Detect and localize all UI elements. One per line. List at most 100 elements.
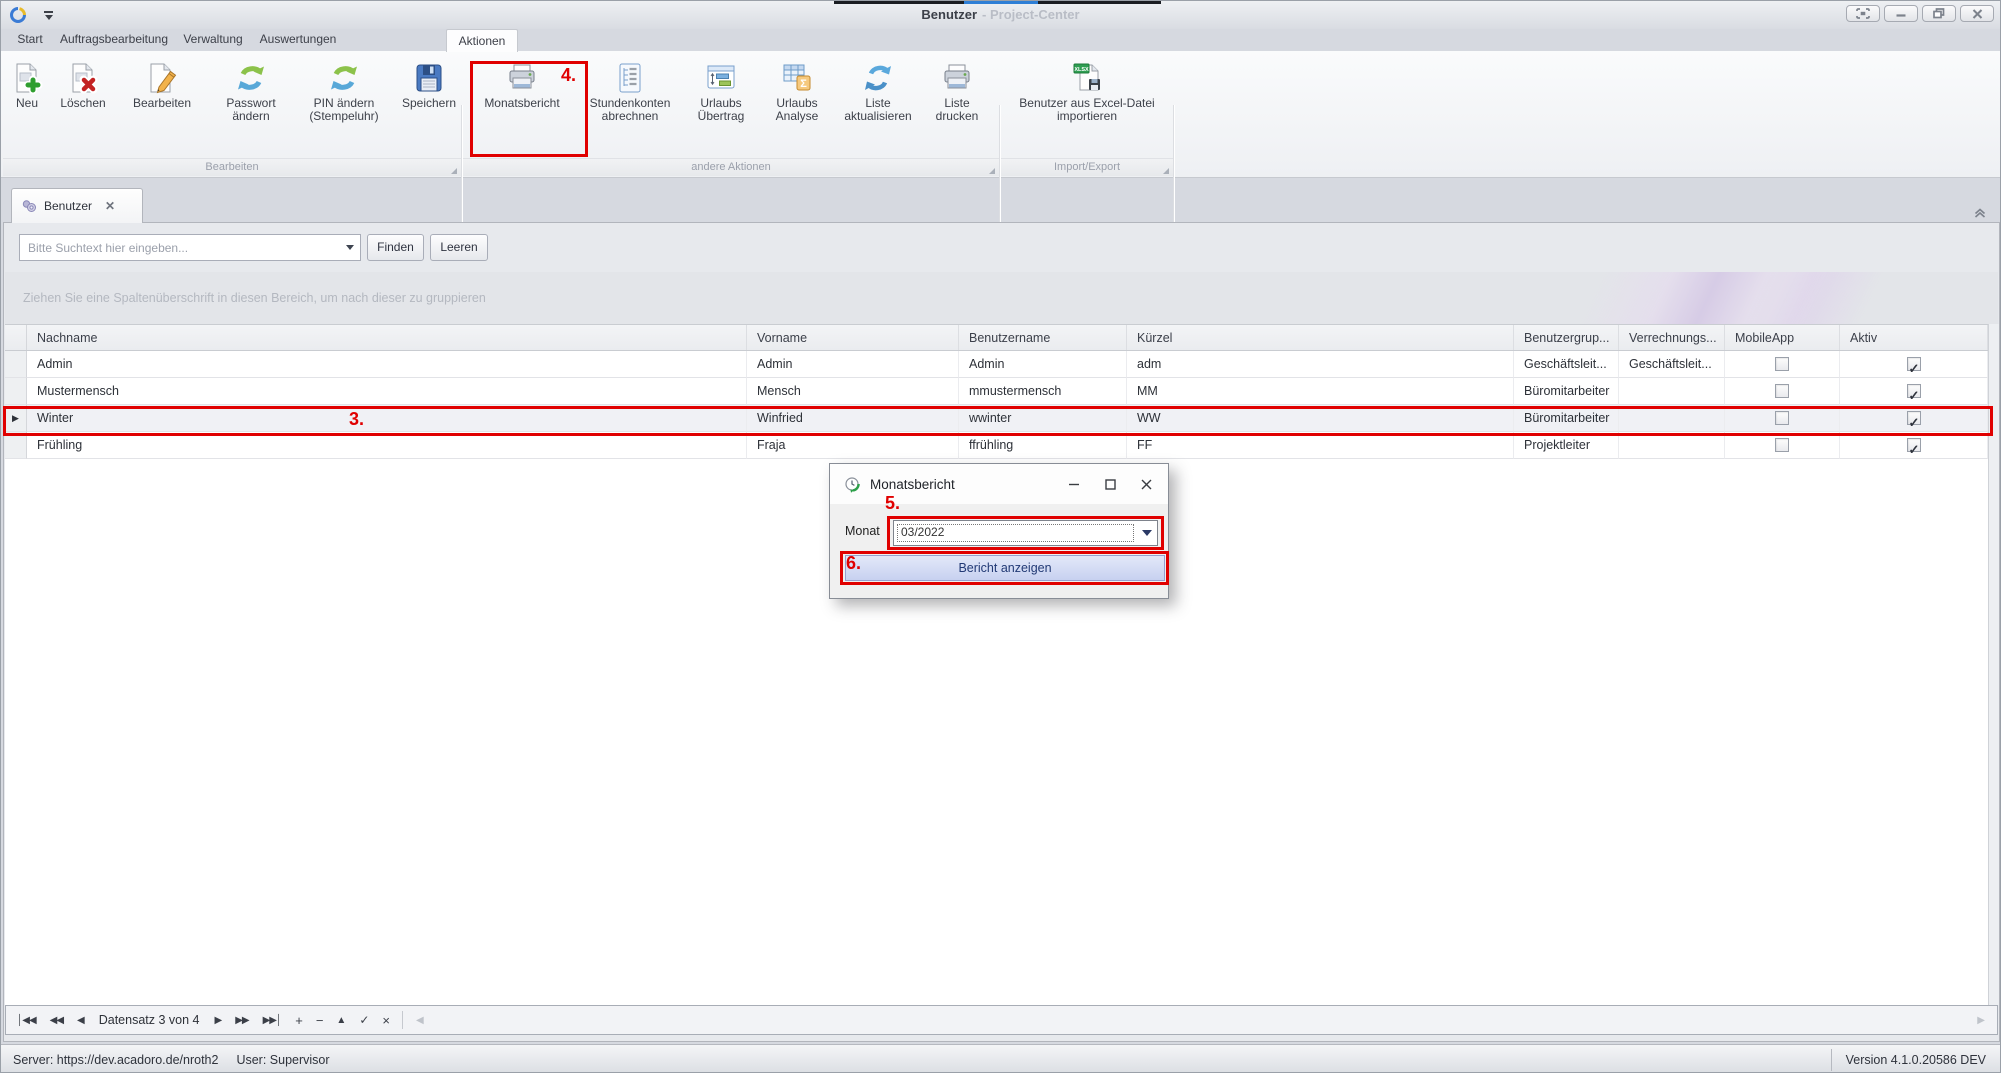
show-report-button[interactable]: Bericht anzeigen [845, 555, 1165, 581]
grid-cell [1619, 378, 1725, 405]
column-header[interactable]: MobileApp [1725, 325, 1840, 350]
refresh-list-icon [861, 61, 895, 95]
nav-append-button[interactable]: + [288, 1013, 309, 1028]
close-icon [1972, 9, 1983, 19]
passwort-aendern-label: Passwort ändern [211, 97, 291, 123]
search-input[interactable] [20, 241, 340, 255]
column-header[interactable]: Benutzergrup... [1514, 325, 1619, 350]
dialog-minimize-button[interactable] [1056, 469, 1092, 499]
liste-drucken-button[interactable]: Liste drucken [926, 57, 988, 123]
month-dropdown-icon[interactable] [1137, 521, 1157, 545]
svg-text:XLSX: XLSX [1074, 67, 1089, 73]
table-row[interactable]: AdminAdminAdminadmGeschäftsleit...Geschä… [5, 351, 1988, 378]
neu-button[interactable]: Neu [5, 57, 49, 110]
nav-next-page-button[interactable]: ▶▶ [228, 1015, 255, 1026]
collapse-ribbon-icon[interactable] [1972, 206, 1988, 220]
document-tab-benutzer[interactable]: Benutzer ✕ [11, 188, 143, 223]
nav-prev-page-button[interactable]: ◀◀ [43, 1015, 70, 1026]
grid-cell: Frühling [27, 432, 747, 459]
ribbon: Neu Löschen Bearbeiten [1, 51, 2000, 178]
month-label: Monat [845, 524, 880, 538]
group-caption-andere-aktionen: andere Aktionen [463, 158, 999, 176]
aktiv-checkbox[interactable] [1907, 411, 1921, 425]
aktiv-checkbox[interactable] [1907, 438, 1921, 452]
pin-aendern-button[interactable]: PIN ändern (Stempeluhr) [295, 57, 393, 123]
table-row[interactable]: FrühlingFrajaffrühlingFFProjektleiter [5, 432, 1988, 459]
row-marker [5, 351, 27, 378]
nav-last-button[interactable]: ▶▶│ [256, 1015, 289, 1026]
clear-button[interactable]: Leeren [430, 234, 488, 261]
table-row[interactable]: MustermenschMenschmmustermenschMMBüromit… [5, 378, 1988, 405]
nav-edit-button[interactable]: ▲ [329, 1015, 352, 1026]
hscroll-left-icon[interactable]: ◀ [409, 1015, 430, 1026]
dialog-titlebar[interactable]: Monatsbericht [830, 464, 1168, 504]
nav-delete-button[interactable]: − [309, 1013, 330, 1028]
column-header[interactable]: Nachname [27, 325, 747, 350]
user-label: User: Supervisor [236, 1053, 329, 1067]
group-by-panel[interactable]: Ziehen Sie eine Spaltenüberschrift in di… [5, 272, 1998, 324]
dialog-close-button[interactable] [1128, 469, 1164, 499]
aktiv-checkbox[interactable] [1907, 384, 1921, 398]
aktiv-checkbox[interactable] [1907, 357, 1921, 371]
column-header[interactable]: Vorname [747, 325, 959, 350]
nav-cancel-button[interactable]: × [375, 1013, 396, 1028]
grid-cell: Büromitarbeiter [1514, 405, 1619, 432]
monatsbericht-button[interactable]: Monatsbericht [467, 57, 577, 110]
urlaubs-analyse-button[interactable]: Σ Urlaubs Analyse [764, 57, 830, 123]
dialog-minimize-icon [1068, 479, 1080, 489]
vacation-analysis-icon: Σ [780, 61, 814, 95]
ribbon-tab-auftragsbearbeitung[interactable]: Auftragsbearbeitung [57, 29, 171, 51]
vertical-scrollbar[interactable] [1988, 324, 1999, 1005]
status-bar: Server: https://dev.acadoro.de/nroth2 Us… [1, 1044, 2000, 1073]
fullscreen-icon [1856, 8, 1870, 19]
dialog-maximize-button[interactable] [1092, 469, 1128, 499]
nav-post-button[interactable]: ✓ [352, 1013, 375, 1027]
find-button[interactable]: Finden [367, 234, 424, 261]
restore-button[interactable] [1922, 5, 1956, 22]
loeschen-button[interactable]: Löschen [53, 57, 113, 110]
month-combo[interactable]: 03/2022 [893, 520, 1158, 546]
user-grid: NachnameVornameBenutzernameKürzelBenutze… [5, 324, 1988, 459]
bearbeiten-button[interactable]: Bearbeiten [117, 57, 207, 110]
excel-import-button[interactable]: XLSX Benutzer aus Excel-Datei importiere… [1007, 57, 1167, 123]
fullscreen-button[interactable] [1846, 5, 1880, 22]
tab-close-icon[interactable]: ✕ [105, 199, 115, 213]
stundenkonten-abrechnen-button[interactable]: Stundenkonten abrechnen [582, 57, 678, 123]
liste-aktualisieren-button[interactable]: Liste aktualisieren [835, 57, 921, 123]
passwort-aendern-button[interactable]: Passwort ändern [211, 57, 291, 123]
nav-next-button[interactable]: ▶ [208, 1015, 229, 1026]
grid-cell [1840, 432, 1988, 459]
nav-prev-button[interactable]: ◀ [70, 1015, 91, 1026]
column-header[interactable]: Benutzername [959, 325, 1127, 350]
mobileapp-checkbox[interactable] [1775, 357, 1789, 371]
ribbon-tab-start[interactable]: Start [7, 29, 53, 51]
grid-cell: WW [1127, 405, 1514, 432]
mobileapp-checkbox[interactable] [1775, 384, 1789, 398]
mobileapp-checkbox[interactable] [1775, 411, 1789, 425]
titlebar[interactable]: Benutzer- Project-Center [1, 1, 2000, 29]
grid-cell [1619, 405, 1725, 432]
mobileapp-checkbox[interactable] [1775, 438, 1789, 452]
ribbon-tab-auswertungen[interactable]: Auswertungen [255, 29, 341, 51]
column-header[interactable]: Aktiv [1840, 325, 1988, 350]
minimize-button[interactable] [1884, 5, 1918, 22]
column-header[interactable]: Kürzel [1127, 325, 1514, 350]
speichern-button[interactable]: Speichern [397, 57, 461, 110]
month-value[interactable]: 03/2022 [895, 522, 1136, 544]
ribbon-tab-aktionen[interactable]: Aktionen [446, 29, 518, 52]
column-header[interactable]: Verrechnungs... [1619, 325, 1725, 350]
screen-capture-artifact-accent [964, 1, 1038, 4]
grid-cell: Admin [27, 351, 747, 378]
hscroll-right-icon[interactable]: ▶ [1970, 1015, 1991, 1026]
nav-first-button[interactable]: │◀◀ [10, 1015, 43, 1026]
grid-cell [1725, 432, 1840, 459]
close-button[interactable] [1960, 5, 1994, 22]
content-panel: Finden Leeren Ziehen Sie eine Spaltenübe… [3, 222, 2000, 1042]
pin-aendern-label: PIN ändern (Stempeluhr) [295, 97, 393, 123]
urlaubs-uebertrag-button[interactable]: Urlaubs Übertrag [683, 57, 759, 123]
ribbon-tab-verwaltung[interactable]: Verwaltung [177, 29, 249, 51]
liste-drucken-label: Liste drucken [926, 97, 988, 123]
grid-cell: Winter [27, 405, 747, 432]
search-dropdown-icon[interactable] [340, 235, 360, 260]
table-row[interactable]: ▶WinterWinfriedwwinterWWBüromitarbeiter [5, 405, 1988, 432]
